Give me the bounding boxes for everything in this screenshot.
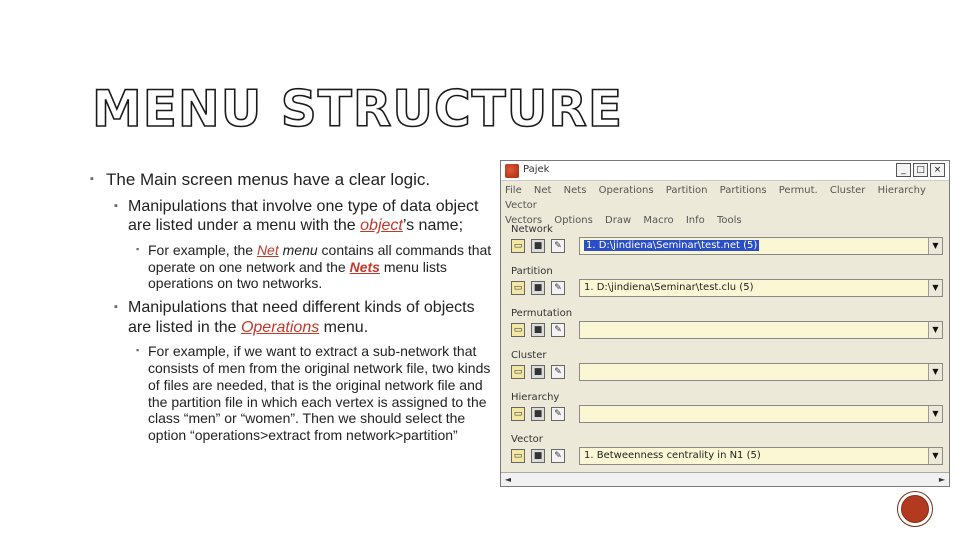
section-hierarchy: Hierarchy ▭ ■ ✎ ▼ [505,391,943,424]
new-file-icon[interactable]: ✎ [551,365,565,379]
menu-cluster[interactable]: Cluster [830,185,866,196]
save-disk-icon[interactable]: ■ [531,239,545,253]
bullet-text: ’s name; [402,217,464,235]
slide-title: MENU STRUCTURE [91,79,624,139]
section-label: Permutation [511,308,573,319]
dropdown-arrow-icon[interactable]: ▼ [928,322,942,338]
section-row: ▭ ■ ✎ ▼ [505,404,943,424]
bullet-text: For example, if we want to extract a sub… [148,343,491,444]
section-label: Cluster [511,350,547,361]
bullet-text: For example, the [148,241,257,258]
section-network: Network ▭ ■ ✎ 1. D:\jindiena\Seminar\tes… [505,223,943,256]
highlight-operations: Operations [240,318,320,336]
save-disk-icon[interactable]: ■ [531,281,545,295]
minimize-button[interactable]: _ [896,163,911,177]
highlight-object: object [360,217,403,235]
bullet-level3: ▪ For example, if we want to extract a s… [90,343,500,444]
bullet-level2: ▪ Manipulations that involve one type of… [90,197,500,236]
bullet-marker: ▪ [136,345,140,356]
combo-value: 1. D:\jindiena\Seminar\test.net (5) [584,240,760,251]
menu-partitions[interactable]: Partitions [720,185,767,196]
save-disk-icon[interactable]: ■ [531,323,545,337]
pajek-window: Pajek _ □ × File Net Nets Operations Par… [500,160,950,487]
new-file-icon[interactable]: ✎ [551,407,565,421]
partition-select[interactable]: 1. D:\jindiena\Seminar\test.clu (5) ▼ [579,279,943,297]
network-select[interactable]: 1. D:\jindiena\Seminar\test.net (5) ▼ [579,237,943,255]
section-permutation: Permutation ▭ ■ ✎ ▼ [505,307,943,340]
dropdown-arrow-icon[interactable]: ▼ [928,364,942,380]
dropdown-arrow-icon[interactable]: ▼ [928,406,942,422]
menu-operations[interactable]: Operations [599,185,654,196]
bullet-text: menu [278,241,318,258]
badge-circle [901,495,929,523]
dropdown-arrow-icon[interactable]: ▼ [928,448,942,464]
bullet-marker: ▪ [114,199,118,212]
section-row: ▭ ■ ✎ ▼ [505,320,943,340]
bullet-list: ▪ The Main screen menus have a clear log… [90,170,500,450]
bullet-level1: ▪ The Main screen menus have a clear log… [90,170,500,191]
bullet-level3: ▪ For example, the Net menu contains all… [90,242,500,292]
combo-value: 1. Betweenness centrality in N1 (5) [584,450,761,461]
cluster-select[interactable]: ▼ [579,363,943,381]
bullet-level2: ▪ Manipulations that need different kind… [90,298,500,337]
menu-partition[interactable]: Partition [666,185,708,196]
bullet-text: menu. [319,318,369,336]
highlight-net: Net [256,241,279,258]
open-folder-icon[interactable]: ▭ [511,323,525,337]
menu-vector[interactable]: Vector [505,200,537,211]
bullet-marker: ▪ [136,243,140,254]
section-partition: Partition ▭ ■ ✎ 1. D:\jindiena\Seminar\t… [505,265,943,298]
menubar-row: File Net Nets Operations Partition Parti… [505,183,945,213]
window-titlebar[interactable]: Pajek _ □ × [501,161,949,181]
section-cluster: Cluster ▭ ■ ✎ ▼ [505,349,943,382]
dropdown-arrow-icon[interactable]: ▼ [928,280,942,296]
section-label: Vector [511,434,543,445]
open-folder-icon[interactable]: ▭ [511,281,525,295]
open-folder-icon[interactable]: ▭ [511,365,525,379]
permutation-select[interactable]: ▼ [579,321,943,339]
vector-select[interactable]: 1. Betweenness centrality in N1 (5) ▼ [579,447,943,465]
open-folder-icon[interactable]: ▭ [511,407,525,421]
section-row: ▭ ■ ✎ 1. Betweenness centrality in N1 (5… [505,446,943,466]
highlight-nets: Nets [349,258,380,275]
hierarchy-select[interactable]: ▼ [579,405,943,423]
save-disk-icon[interactable]: ■ [531,407,545,421]
scroll-left-icon[interactable]: ◄ [501,473,515,486]
menu-nets[interactable]: Nets [564,185,587,196]
combo-value: 1. D:\jindiena\Seminar\test.clu (5) [584,282,754,293]
menu-permut[interactable]: Permut. [779,185,818,196]
section-label: Partition [511,266,553,277]
bullet-text: The Main screen menus have a clear logic… [106,170,431,189]
new-file-icon[interactable]: ✎ [551,239,565,253]
pajek-app-icon [505,164,519,178]
section-row: ▭ ■ ✎ 1. D:\jindiena\Seminar\test.net (5… [505,236,943,256]
section-label: Hierarchy [511,392,560,403]
menu-file[interactable]: File [505,185,522,196]
section-label: Network [511,224,553,235]
section-row: ▭ ■ ✎ 1. D:\jindiena\Seminar\test.clu (5… [505,278,943,298]
open-folder-icon[interactable]: ▭ [511,239,525,253]
window-title: Pajek [523,164,550,175]
new-file-icon[interactable]: ✎ [551,323,565,337]
new-file-icon[interactable]: ✎ [551,281,565,295]
window-controls: _ □ × [896,163,945,177]
save-disk-icon[interactable]: ■ [531,449,545,463]
section-vector: Vector ▭ ■ ✎ 1. Betweenness centrality i… [505,433,943,466]
dropdown-arrow-icon[interactable]: ▼ [928,238,942,254]
new-file-icon[interactable]: ✎ [551,449,565,463]
bullet-marker: ▪ [90,173,94,185]
bullet-marker: ▪ [114,301,118,314]
open-folder-icon[interactable]: ▭ [511,449,525,463]
section-row: ▭ ■ ✎ ▼ [505,362,943,382]
maximize-button[interactable]: □ [913,163,928,177]
menu-hierarchy[interactable]: Hierarchy [878,185,926,196]
horizontal-scrollbar[interactable]: ◄ ► [501,472,949,486]
close-button[interactable]: × [930,163,945,177]
scroll-right-icon[interactable]: ► [935,473,949,486]
slide-badge [897,491,933,527]
save-disk-icon[interactable]: ■ [531,365,545,379]
menu-net[interactable]: Net [534,185,552,196]
menubar: File Net Nets Operations Partition Parti… [501,181,949,228]
